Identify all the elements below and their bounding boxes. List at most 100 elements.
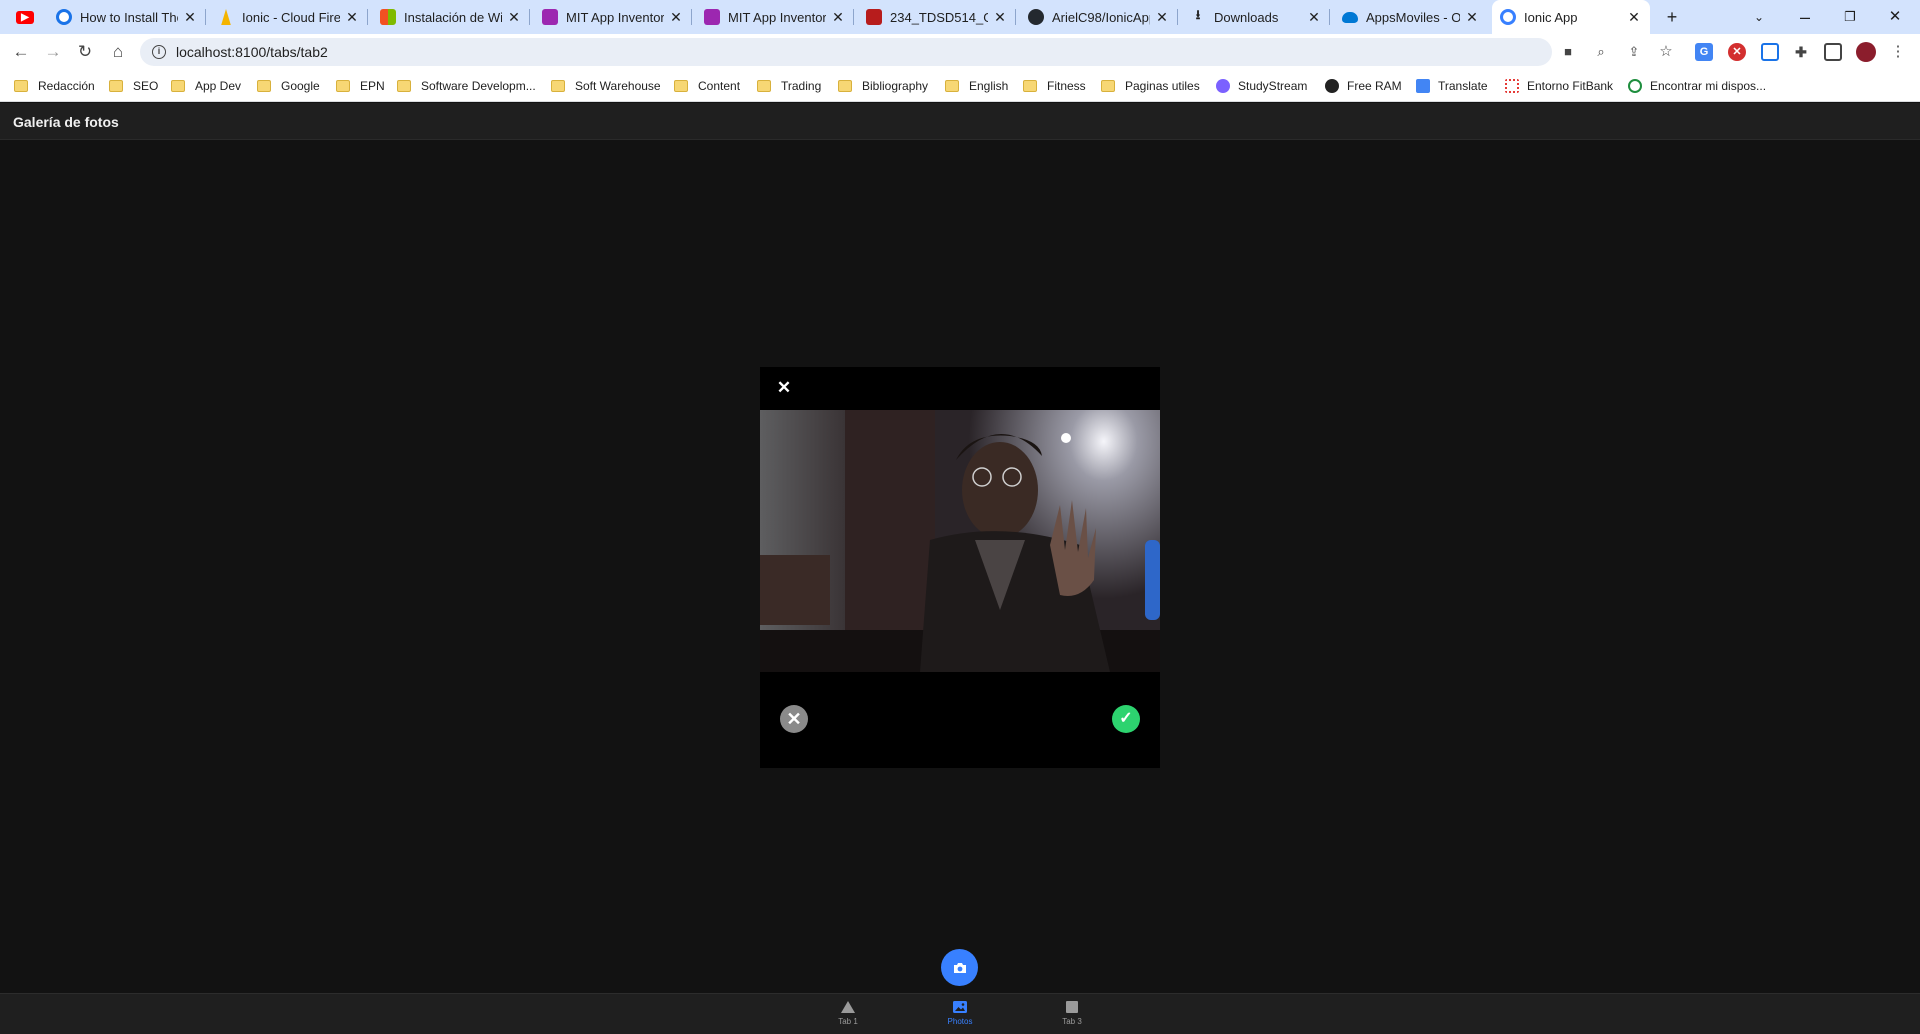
folder-icon bbox=[551, 80, 565, 92]
extensions-puzzle-icon[interactable]: ✚ bbox=[1792, 43, 1810, 61]
bookmark-item[interactable]: Encontrar mi dispos... bbox=[1628, 77, 1766, 95]
close-icon[interactable]: ✕ bbox=[182, 9, 198, 25]
tab-separator bbox=[1329, 9, 1330, 25]
screen-capture-extension-icon[interactable] bbox=[1761, 43, 1779, 61]
new-tab-button[interactable]: + bbox=[1660, 5, 1684, 29]
close-icon[interactable]: ✕ bbox=[668, 9, 684, 25]
triangle-icon bbox=[841, 1001, 855, 1013]
bookmark-label: Encontrar mi dispos... bbox=[1650, 79, 1767, 93]
address-url[interactable]: localhost:8100/tabs/tab2 bbox=[176, 44, 328, 60]
bookmark-item[interactable]: Paginas utiles bbox=[1101, 77, 1200, 95]
bookmark-item[interactable]: Trading bbox=[757, 77, 821, 95]
share-icon[interactable]: ⇪ bbox=[1624, 42, 1644, 62]
restore-button[interactable]: ❐ bbox=[1838, 5, 1862, 29]
folder-icon bbox=[674, 80, 688, 92]
browser-tab[interactable]: ⭳ Downloads ✕ bbox=[1182, 0, 1330, 34]
bookmark-item[interactable]: Software Developm... bbox=[397, 77, 536, 95]
menu-kebab-icon[interactable]: ⋮ bbox=[1888, 42, 1908, 62]
close-icon[interactable]: ✕ bbox=[344, 9, 360, 25]
bookmark-label: Soft Warehouse bbox=[575, 79, 661, 93]
bookmark-item[interactable]: SEO bbox=[109, 77, 158, 95]
close-icon[interactable]: ✕ bbox=[1626, 9, 1642, 25]
app-header: Galería de fotos bbox=[0, 103, 1920, 140]
zoom-icon[interactable]: ⌕ bbox=[1591, 42, 1611, 62]
close-camera-button[interactable]: ✕ bbox=[768, 373, 800, 403]
fitbank-icon bbox=[1505, 79, 1519, 93]
microsoft-icon bbox=[380, 9, 396, 25]
accept-photo-button[interactable]: ✓ bbox=[1112, 705, 1140, 733]
back-button[interactable]: ← bbox=[9, 40, 33, 64]
freeram-icon bbox=[1325, 79, 1339, 93]
close-icon[interactable]: ✕ bbox=[1464, 9, 1480, 25]
bookmark-item[interactable]: Translate bbox=[1416, 77, 1488, 95]
tab-button-tab1[interactable]: Tab 1 bbox=[818, 998, 878, 1032]
tab-button-tab3[interactable]: Tab 3 bbox=[1042, 998, 1102, 1032]
folder-icon bbox=[171, 80, 185, 92]
reload-button[interactable]: ↻ bbox=[73, 40, 97, 64]
bookmark-label: App Dev bbox=[195, 79, 242, 93]
bookmark-item[interactable]: Fitness bbox=[1023, 77, 1086, 95]
bookmark-item[interactable]: Google bbox=[257, 77, 320, 95]
browser-tab[interactable]: Instalación de Win ✕ bbox=[372, 0, 530, 34]
take-photo-fab[interactable] bbox=[941, 949, 978, 986]
translate-extension-icon[interactable]: G bbox=[1695, 43, 1713, 61]
tab-title: 234_TDSD514_GR bbox=[890, 9, 988, 25]
browser-tab[interactable]: AppsMoviles - On ✕ bbox=[1334, 0, 1488, 34]
camera-in-use-icon[interactable]: ■ bbox=[1558, 42, 1578, 62]
close-icon[interactable]: ✕ bbox=[506, 9, 522, 25]
bookmark-item[interactable]: Redacción bbox=[14, 77, 95, 95]
side-panel-icon[interactable] bbox=[1824, 43, 1842, 61]
tab-button-photos[interactable]: Photos bbox=[930, 998, 990, 1032]
bookmark-label: StudyStream bbox=[1238, 79, 1308, 93]
browser-tab-youtube[interactable]: ▶ bbox=[8, 0, 44, 34]
bookmark-item[interactable]: EPN bbox=[336, 77, 385, 95]
tab-title: Instalación de Win bbox=[404, 9, 502, 25]
bookmark-star-icon[interactable]: ☆ bbox=[1656, 42, 1676, 62]
bookmark-label: Bibliography bbox=[862, 79, 929, 93]
bookmark-label: Entorno FitBank bbox=[1527, 79, 1614, 93]
bookmark-item[interactable]: Bibliography bbox=[838, 77, 928, 95]
browser-tab[interactable]: MIT App Inventor ✕ bbox=[534, 0, 692, 34]
home-button[interactable]: ⌂ bbox=[106, 40, 130, 64]
camera-icon bbox=[953, 962, 966, 973]
tab-title: MIT App Inventor bbox=[728, 9, 826, 25]
tab-search-chevron-icon[interactable]: ⌄ bbox=[1747, 5, 1771, 29]
window-close-button[interactable]: ✕ bbox=[1883, 5, 1907, 29]
site-info-icon[interactable]: i bbox=[152, 45, 166, 59]
tab-separator bbox=[691, 9, 692, 25]
close-icon[interactable]: ✕ bbox=[1154, 9, 1170, 25]
address-bar[interactable]: i localhost:8100/tabs/tab2 bbox=[140, 38, 1552, 66]
folder-icon bbox=[1101, 80, 1115, 92]
forward-button[interactable]: → bbox=[41, 40, 65, 64]
bookmark-item[interactable]: Soft Warehouse bbox=[551, 77, 661, 95]
bookmark-item[interactable]: Content bbox=[674, 77, 740, 95]
folder-icon bbox=[757, 80, 771, 92]
bookmark-item[interactable]: App Dev bbox=[171, 77, 241, 95]
close-icon[interactable]: ✕ bbox=[992, 9, 1008, 25]
browser-tab[interactable]: ArielC98/IonicApp ✕ bbox=[1020, 0, 1178, 34]
minimize-button[interactable]: – bbox=[1793, 5, 1817, 29]
browser-tab[interactable]: Ionic - Cloud Fires ✕ bbox=[210, 0, 368, 34]
close-icon[interactable]: ✕ bbox=[830, 9, 846, 25]
images-icon bbox=[953, 1001, 967, 1013]
reject-photo-button[interactable]: ✕ bbox=[780, 705, 808, 733]
bookmark-item[interactable]: StudyStream bbox=[1216, 77, 1307, 95]
tab-separator bbox=[529, 9, 530, 25]
block-extension-icon[interactable]: ✕ bbox=[1728, 43, 1746, 61]
tab-label: Tab 1 bbox=[838, 1017, 858, 1026]
tab-separator bbox=[853, 9, 854, 25]
bookmark-item[interactable]: Free RAM bbox=[1325, 77, 1402, 95]
chrome-icon bbox=[56, 9, 72, 25]
appinventor-icon bbox=[542, 9, 558, 25]
close-icon[interactable]: ✕ bbox=[1306, 9, 1322, 25]
folder-icon bbox=[838, 80, 852, 92]
bookmark-label: Fitness bbox=[1047, 79, 1086, 93]
bookmark-item[interactable]: Entorno FitBank bbox=[1505, 77, 1613, 95]
browser-tab[interactable]: 234_TDSD514_GR ✕ bbox=[858, 0, 1016, 34]
browser-tab-active[interactable]: Ionic App ✕ bbox=[1492, 0, 1650, 34]
avatar[interactable] bbox=[1856, 42, 1876, 62]
tab-title: How to Install The bbox=[80, 9, 178, 25]
browser-tab[interactable]: How to Install The ✕ bbox=[48, 0, 206, 34]
bookmark-item[interactable]: English bbox=[945, 77, 1008, 95]
browser-tab[interactable]: MIT App Inventor ✕ bbox=[696, 0, 854, 34]
